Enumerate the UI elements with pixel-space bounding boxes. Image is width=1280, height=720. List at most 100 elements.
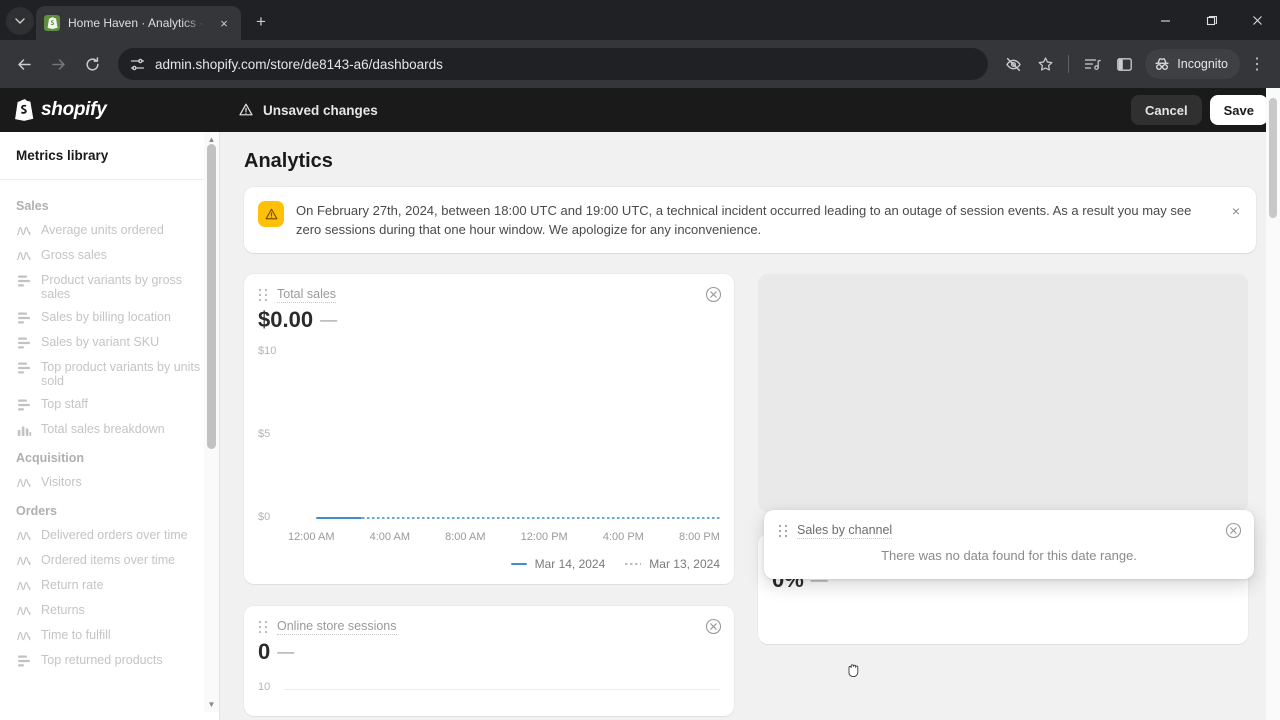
back-icon[interactable] (8, 48, 40, 80)
sales-by-channel-empty-message: There was no data found for this date ra… (881, 548, 1137, 563)
x-axis-labels: 12:00 AM 4:00 AM 8:00 AM 12:00 PM 4:00 PM 8:0… (288, 531, 720, 543)
sidebar-item-sales-by-variant-sku[interactable]: Sales by variant SKU (0, 330, 219, 355)
cancel-button[interactable]: Cancel (1130, 95, 1202, 125)
bar-list-icon (16, 397, 32, 413)
sidebar-item-time-to-fulfill[interactable]: Time to fulfill (0, 623, 219, 648)
sidebar-item-label: Gross sales (41, 248, 107, 262)
bar-list-icon (16, 273, 32, 289)
line-chart-icon (16, 603, 32, 619)
sidebar-scrollbar[interactable]: ▲ ▼ (204, 132, 219, 712)
sidebar-item-top-returned-products[interactable]: Top returned products (0, 648, 219, 673)
card-online-store-sessions[interactable]: Online store sessions 0 — 10 (244, 606, 734, 716)
x-tick-3: 12:00 PM (520, 531, 568, 543)
page-scroll-thumb[interactable] (1269, 98, 1277, 218)
remove-card-icon[interactable] (705, 286, 722, 303)
sidebar-item-delivered-orders-over-time[interactable]: Delivered orders over time (0, 523, 219, 548)
sidebar-item-top-product-variants-by-units-sold[interactable]: Top product variants by units sold (0, 355, 219, 392)
dashboard-column-right: Online store conversion rate 0% — (758, 274, 1248, 716)
sidebar-item-average-units-ordered[interactable]: Average units ordered (0, 218, 219, 243)
drag-handle-icon[interactable] (778, 524, 788, 538)
dashboard-grid: Total sales $0.00 — $10 $5 $0 12:00 AM 4… (244, 274, 1256, 716)
sidebar-header: Metrics library (0, 132, 219, 180)
tab-search-button[interactable] (6, 7, 34, 35)
card-title[interactable]: Total sales (277, 287, 337, 303)
new-tab-button[interactable]: + (247, 8, 275, 36)
legend-label-mar-14: Mar 14, 2024 (534, 557, 606, 571)
card-header: Online store sessions (244, 606, 734, 635)
sessions-chart: 10 (258, 669, 720, 709)
sidebar-item-sales-by-billing-location[interactable]: Sales by billing location (0, 305, 219, 330)
bar-list-icon (16, 310, 32, 326)
sidebar-item-label: Delivered orders over time (41, 528, 188, 542)
sidebar-scroll-area[interactable]: Sales Average units ordered Gross sales Pro… (0, 180, 219, 720)
sidebar-item-product-variants-by-gross-sales[interactable]: Product variants by gross sales (0, 268, 219, 305)
legend-item-mar-14[interactable]: Mar 14, 2024 (510, 557, 606, 571)
shopify-bag-icon (44, 15, 60, 31)
card-drop-placeholder[interactable] (758, 274, 1248, 512)
sessions-gridline (284, 689, 720, 690)
forward-icon[interactable] (42, 48, 74, 80)
incognito-indicator[interactable]: Incognito (1145, 49, 1240, 79)
page-title: Analytics (244, 150, 333, 172)
card-value-row: 0 — (244, 635, 734, 665)
shopify-logo[interactable]: shopify (14, 99, 224, 121)
remove-card-icon[interactable] (705, 618, 722, 635)
eye-slash-icon[interactable] (998, 49, 1028, 79)
browser-menu-icon[interactable]: ⋮ (1242, 49, 1272, 79)
sidebar-item-label: Total sales breakdown (41, 422, 165, 436)
warning-icon (258, 201, 284, 227)
minimize-icon[interactable] (1142, 0, 1188, 40)
tab-close-icon[interactable]: × (215, 14, 233, 32)
sidebar-item-label: Return rate (41, 578, 104, 592)
reading-list-icon[interactable] (1077, 49, 1107, 79)
card-title[interactable]: Sales by channel (797, 523, 893, 539)
remove-card-icon[interactable] (1225, 522, 1242, 539)
save-button[interactable]: Save (1209, 95, 1268, 125)
drag-handle-icon[interactable] (258, 288, 268, 302)
line-chart-icon (16, 223, 32, 239)
card-title[interactable]: Online store sessions (277, 619, 397, 635)
sidebar-item-total-sales-breakdown[interactable]: Total sales breakdown (0, 417, 219, 442)
scroll-down-arrow-icon[interactable]: ▼ (204, 697, 219, 712)
tab-strip: Home Haven · Analytics · Shopify × + (0, 0, 1280, 40)
window-controls (1142, 0, 1280, 40)
star-icon[interactable] (1030, 49, 1060, 79)
dashboard-main: Analytics On February 27th, 2024, betwee… (220, 132, 1280, 720)
sidebar-item-return-rate[interactable]: Return rate (0, 573, 219, 598)
dragging-card-sales-by-channel[interactable]: Sales by channel There was no data found… (764, 510, 1254, 579)
legend-item-mar-13[interactable]: Mar 13, 2024 (625, 557, 720, 571)
sidebar-group-title-sales: Sales (16, 199, 49, 213)
line-chart-icon (16, 528, 32, 544)
legend-swatch-dotted (625, 563, 642, 565)
shopify-bag-logo-icon (14, 99, 34, 121)
bar-list-icon (16, 360, 32, 376)
sidebar-group-title-orders: Orders (16, 504, 57, 518)
sidebar-scroll-thumb[interactable] (207, 144, 216, 449)
sidebar-item-ordered-items-over-time[interactable]: Ordered items over time (0, 548, 219, 573)
line-chart-icon (16, 578, 32, 594)
address-bar[interactable]: admin.shopify.com/store/de8143-a6/dashbo… (118, 48, 989, 80)
card-total-sales[interactable]: Total sales $0.00 — $10 $5 $0 12:00 AM 4… (244, 274, 734, 584)
incident-banner: On February 27th, 2024, between 18:00 UT… (244, 187, 1256, 253)
banner-close-icon[interactable]: × (1228, 203, 1244, 219)
sidebar-item-label: Top returned products (41, 653, 163, 667)
chart-series-lines (316, 517, 720, 519)
reload-icon[interactable] (76, 48, 108, 80)
sidebar-item-returns[interactable]: Returns (0, 598, 219, 623)
legend-swatch-solid (510, 563, 527, 565)
sidebar-item-top-staff[interactable]: Top staff (0, 392, 219, 417)
side-panel-icon[interactable] (1109, 49, 1139, 79)
y-tick-0: $0 (258, 511, 271, 523)
line-chart-icon (16, 628, 32, 644)
sidebar-item-gross-sales[interactable]: Gross sales (0, 243, 219, 268)
sidebar-item-label: Time to fulfill (41, 628, 111, 642)
drag-handle-icon[interactable] (258, 620, 268, 634)
bar-list-icon (16, 653, 32, 669)
browser-tab[interactable]: Home Haven · Analytics · Shopify × (36, 6, 241, 40)
close-window-icon[interactable] (1234, 0, 1280, 40)
tune-icon[interactable] (130, 57, 145, 72)
dashboard-column-left: Total sales $0.00 — $10 $5 $0 12:00 AM 4… (244, 274, 734, 716)
maximize-icon[interactable] (1188, 0, 1234, 40)
page-scrollbar[interactable] (1266, 88, 1280, 720)
sidebar-item-visitors[interactable]: Visitors (0, 470, 219, 495)
